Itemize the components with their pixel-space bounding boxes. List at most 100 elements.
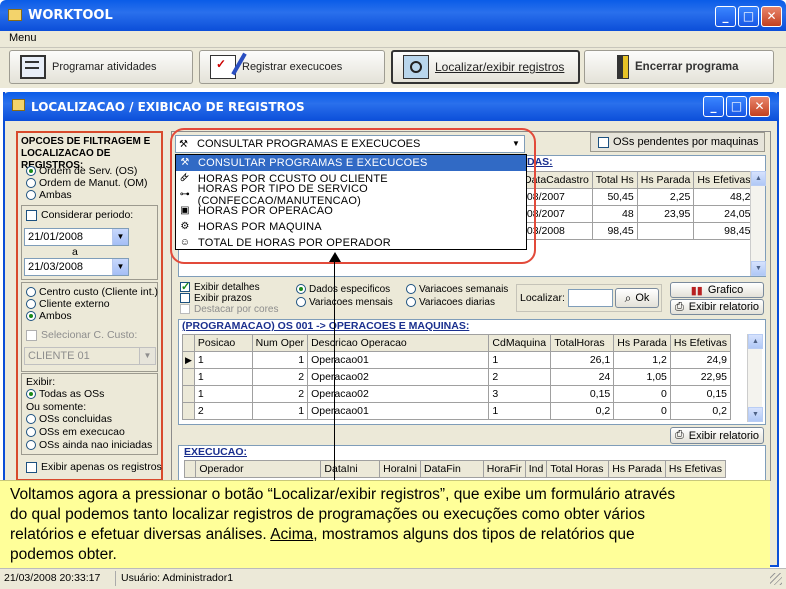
resize-grip-icon[interactable] xyxy=(770,573,782,585)
pending-box-check[interactable] xyxy=(598,136,609,148)
table-row[interactable]: /08/2007 48 23,95 24,05 xyxy=(520,205,755,223)
prog-grid-scrollbar[interactable]: ▲ ▼ xyxy=(747,334,763,422)
col-hsparada[interactable]: Hs Parada xyxy=(636,171,695,189)
col-hsefetivas[interactable]: Hs Efetivas xyxy=(664,460,727,478)
inner-maximize-button[interactable]: □ xyxy=(726,96,747,117)
scroll-track[interactable] xyxy=(748,349,762,407)
close-button[interactable]: ✕ xyxy=(761,6,782,27)
top-grid-scrollbar[interactable]: ▲ ▼ xyxy=(750,171,766,276)
order-option-om[interactable]: Ordem de Manut. (OM) xyxy=(26,177,148,189)
table-row[interactable]: 1 2 Operacao02 3 0,15 0 0,15 xyxy=(182,385,732,403)
col-hsparada[interactable]: Hs Parada xyxy=(613,334,671,352)
radio-daily[interactable]: Variacoes diarias xyxy=(406,297,495,308)
only-records-box[interactable] xyxy=(26,461,37,473)
col-hsefetivas[interactable]: Hs Efetivas xyxy=(693,171,755,189)
only-notstarted-radio[interactable] xyxy=(26,440,36,451)
localizar-exibir-button[interactable]: Localizar/exibir registros xyxy=(391,50,580,84)
scroll-up-icon[interactable]: ▲ xyxy=(751,171,766,186)
show-all-radio[interactable] xyxy=(26,389,36,400)
col-cdmaquina[interactable]: CdMaquina xyxy=(488,334,552,352)
radio-monthly[interactable]: Variacoes mensais xyxy=(296,297,393,308)
order-both-radio[interactable] xyxy=(26,190,36,201)
cost-option-external[interactable]: Cliente externo xyxy=(26,298,110,310)
highlight-colors-box[interactable] xyxy=(180,304,190,315)
table-row[interactable]: /03/2008 98,45 98,45 xyxy=(520,222,755,240)
menu-item-menu[interactable]: Menu xyxy=(9,32,37,44)
col-totalhs[interactable]: Total Hs xyxy=(591,171,638,189)
col-operador[interactable]: Operador xyxy=(195,460,322,478)
cost-option-center[interactable]: Centro custo (Cliente int.) xyxy=(26,286,158,298)
highlight-colors-checkbox[interactable]: Destacar por cores xyxy=(180,304,278,315)
col-totalhoras[interactable]: TotalHoras xyxy=(550,334,615,352)
pending-checkbox[interactable]: OSs pendentes por maquinas xyxy=(598,136,759,148)
scroll-down-icon[interactable]: ▼ xyxy=(751,261,766,276)
show-deadlines-checkbox[interactable]: Exibir prazos xyxy=(180,293,252,304)
radio-daily-btn[interactable] xyxy=(406,297,416,308)
scroll-track[interactable] xyxy=(751,186,765,261)
col-numoper[interactable]: Num Oper xyxy=(251,334,309,352)
select-cost-box[interactable] xyxy=(26,329,37,341)
date-from-picker[interactable]: 21/01/2008 ▼ xyxy=(24,228,129,246)
cost-center-radio[interactable] xyxy=(26,287,36,298)
col-datafin[interactable]: DataFin xyxy=(420,460,484,478)
report-button-prog[interactable]: ⎙ Exibir relatorio xyxy=(670,427,764,444)
col-ind[interactable]: Ind xyxy=(524,460,548,478)
consider-period-box[interactable] xyxy=(26,209,37,221)
cost-external-radio[interactable] xyxy=(26,299,36,310)
table-row[interactable]: ▶ 1 1 Operacao01 1 26,1 1,2 24,9 xyxy=(182,351,732,369)
table-row[interactable]: /08/2007 50,45 2,25 48,2 xyxy=(520,188,755,206)
scroll-down-icon[interactable]: ▼ xyxy=(748,407,763,422)
date-from-dropdown-icon[interactable]: ▼ xyxy=(112,229,128,245)
report-button-top[interactable]: ⎙ Exibir relatorio xyxy=(670,299,764,315)
cost-option-both[interactable]: Ambos xyxy=(26,310,72,322)
only-concluded-option[interactable]: OSs concluidas xyxy=(26,413,112,425)
only-running-radio[interactable] xyxy=(26,427,36,438)
col-posicao[interactable]: Posicao xyxy=(193,334,253,352)
minimize-button[interactable]: _ xyxy=(715,6,736,27)
only-running-option[interactable]: OSs em execucao xyxy=(26,426,125,438)
encerrar-programa-button[interactable]: Encerrar programa xyxy=(584,50,774,84)
date-to-dropdown-icon[interactable]: ▼ xyxy=(112,259,128,275)
radio-weekly-btn[interactable] xyxy=(406,284,416,295)
radio-specific[interactable]: Dados especificos xyxy=(296,284,390,295)
scroll-up-icon[interactable]: ▲ xyxy=(748,334,763,349)
order-option-both[interactable]: Ambas xyxy=(26,189,72,201)
cost-both-radio[interactable] xyxy=(26,311,36,322)
inner-minimize-button[interactable]: _ xyxy=(703,96,724,117)
show-all-option[interactable]: Todas as OSs xyxy=(26,388,104,400)
col-totalhoras[interactable]: Total Horas xyxy=(546,460,610,478)
consider-period-checkbox[interactable]: Considerar periodo: xyxy=(26,209,133,221)
locate-input[interactable] xyxy=(568,289,613,307)
only-records-checkbox[interactable]: Exibir apenas os registros xyxy=(26,461,162,473)
radio-monthly-btn[interactable] xyxy=(296,297,306,308)
order-om-radio[interactable] xyxy=(26,178,36,189)
show-details-checkbox[interactable]: Exibir detalhes xyxy=(180,280,260,293)
client-select[interactable]: CLIENTE 01 ▼ xyxy=(24,347,156,365)
select-cost-checkbox[interactable]: Selecionar C. Custo: xyxy=(26,329,137,341)
order-os-radio[interactable] xyxy=(26,166,36,177)
col-horafin[interactable]: HoraFir xyxy=(482,460,526,478)
show-details-box[interactable] xyxy=(180,280,190,293)
order-option-os[interactable]: Ordem de Serv. (OS) xyxy=(26,165,137,177)
maximize-button[interactable]: □ xyxy=(738,6,759,27)
registrar-execucoes-button[interactable]: ✓ Registrar execucoes xyxy=(199,50,385,84)
only-notstarted-option[interactable]: OSs ainda nao iniciadas xyxy=(26,439,152,451)
inner-close-button[interactable]: ✕ xyxy=(749,96,770,117)
ok-button[interactable]: ⌕ Ok xyxy=(615,288,659,308)
chart-button[interactable]: ▮▮ Grafico xyxy=(670,282,764,298)
note-line-1: Voltamos agora a pressionar o botão “Loc… xyxy=(10,486,676,503)
show-deadlines-box[interactable] xyxy=(180,293,190,304)
programar-atividades-button[interactable]: Programar atividades xyxy=(9,50,193,84)
radio-specific-btn[interactable] xyxy=(296,284,306,295)
only-concluded-radio[interactable] xyxy=(26,414,36,425)
radio-weekly[interactable]: Variacoes semanais xyxy=(406,284,508,295)
table-row[interactable]: 1 2 Operacao02 2 24 1,05 22,95 xyxy=(182,368,732,386)
col-hsparada[interactable]: Hs Parada xyxy=(608,460,666,478)
client-dropdown-icon[interactable]: ▼ xyxy=(139,348,155,364)
col-horaini[interactable]: HoraIni xyxy=(379,460,422,478)
col-dataini[interactable]: DataIni xyxy=(320,460,381,478)
pointer-arrowhead-icon xyxy=(329,252,341,262)
date-to-picker[interactable]: 21/03/2008 ▼ xyxy=(24,258,129,276)
table-row[interactable]: 2 1 Operacao01 1 0,2 0 0,2 xyxy=(182,402,732,420)
col-hsefetivas[interactable]: Hs Efetivas xyxy=(669,334,732,352)
